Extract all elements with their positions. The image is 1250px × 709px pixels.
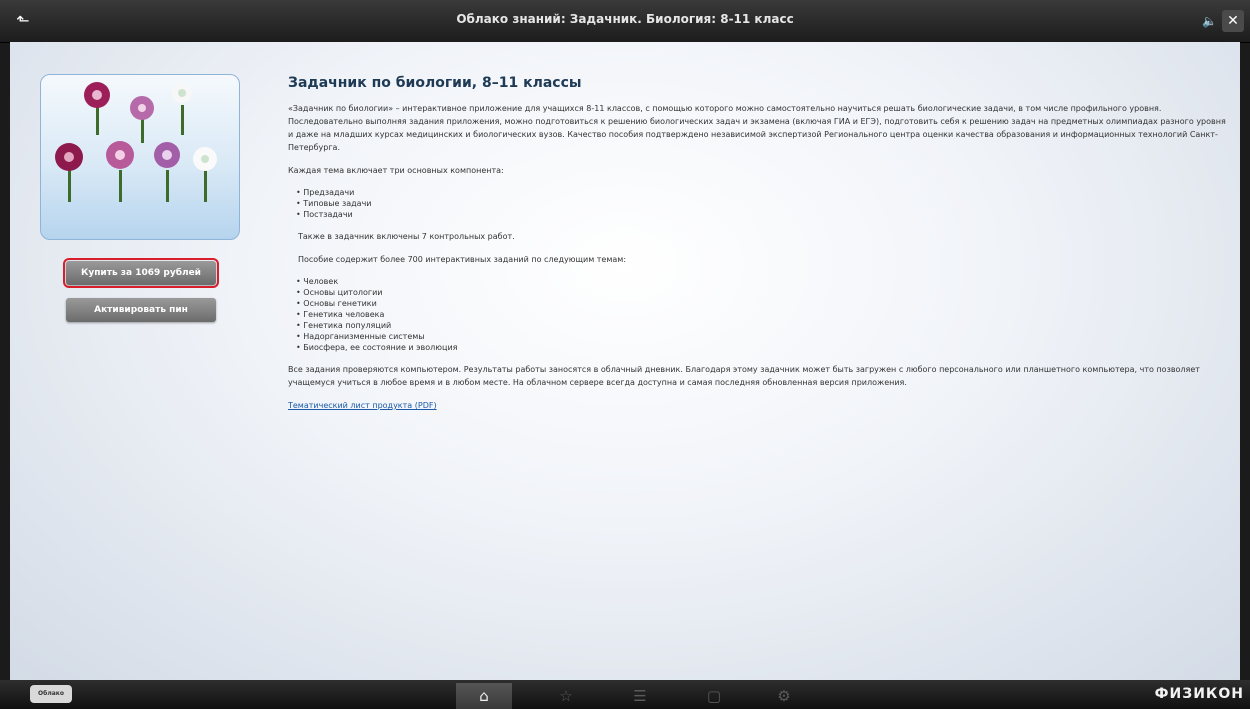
buy-button[interactable]: Купить за 1069 рублей bbox=[63, 258, 219, 288]
activate-pin-button[interactable]: Активировать пин bbox=[66, 298, 216, 322]
window-icon: ▢ bbox=[706, 687, 722, 705]
list-item: Основы цитологии bbox=[296, 287, 1228, 298]
list-item: Основы генетики bbox=[296, 298, 1228, 309]
pdf-link[interactable]: Тематический лист продукта (PDF) bbox=[288, 401, 437, 410]
list-item: Типовые задачи bbox=[296, 198, 1228, 209]
tab-window[interactable]: ▢ bbox=[686, 683, 742, 709]
sound-icon[interactable]: 🔈 bbox=[1202, 13, 1217, 29]
list-item: Надорганизменные системы bbox=[296, 331, 1228, 342]
bottom-bar: Облако ⌂ ☆ ☰ ▢ ⚙ ФИЗИКОН bbox=[0, 680, 1250, 709]
topics-list: Человек Основы цитологии Основы генетики… bbox=[288, 276, 1228, 353]
window-title: Облако знаний: Задачник. Биология: 8-11 … bbox=[456, 12, 794, 26]
home-icon: ⌂ bbox=[479, 687, 489, 705]
tab-favorites[interactable]: ☆ bbox=[538, 683, 594, 709]
back-arrow-icon[interactable]: ⬑ bbox=[10, 11, 36, 31]
list-icon: ☰ bbox=[633, 687, 647, 705]
list-item: Предзадачи bbox=[296, 187, 1228, 198]
components-intro: Каждая тема включает три основных компон… bbox=[288, 166, 504, 175]
physicon-logo: ФИЗИКОН bbox=[1154, 686, 1244, 702]
list-item: Генетика популяций bbox=[296, 320, 1228, 331]
list-item: Биосфера, ее состояние и эволюция bbox=[296, 342, 1228, 353]
tab-settings[interactable]: ⚙ bbox=[756, 683, 812, 709]
list-item: Генетика человека bbox=[296, 309, 1228, 320]
star-icon: ☆ bbox=[559, 687, 573, 705]
closing-paragraph: Все задания проверяются компьютером. Рез… bbox=[288, 365, 1200, 387]
control-works-text: Также в задачник включены 7 контрольных … bbox=[298, 232, 515, 241]
gear-icon: ⚙ bbox=[777, 687, 791, 705]
title-bar: ⬑ Облако знаний: Задачник. Биология: 8-1… bbox=[0, 0, 1250, 43]
tab-list[interactable]: ☰ bbox=[612, 683, 668, 709]
cloud-logo[interactable]: Облако bbox=[30, 685, 72, 703]
product-description: Задачник по биологии, 8–11 классы «Задач… bbox=[288, 68, 1228, 422]
flowers-illustration bbox=[55, 82, 217, 202]
list-item: Человек bbox=[296, 276, 1228, 287]
close-icon: ✕ bbox=[1227, 13, 1239, 29]
close-button[interactable]: ✕ bbox=[1222, 10, 1244, 32]
list-item: Постзадачи bbox=[296, 209, 1228, 220]
content-area: Купить за 1069 рублей Активировать пин З… bbox=[10, 42, 1240, 680]
intro-paragraph: «Задачник по биологии» – интерактивное п… bbox=[288, 104, 1226, 152]
tab-home[interactable]: ⌂ bbox=[456, 683, 512, 709]
page-title: Задачник по биологии, 8–11 классы bbox=[288, 75, 582, 91]
product-cover-image bbox=[40, 74, 240, 240]
components-list: Предзадачи Типовые задачи Постзадачи bbox=[288, 187, 1228, 220]
tasks-intro: Пособие содержит более 700 интерактивных… bbox=[298, 255, 627, 264]
